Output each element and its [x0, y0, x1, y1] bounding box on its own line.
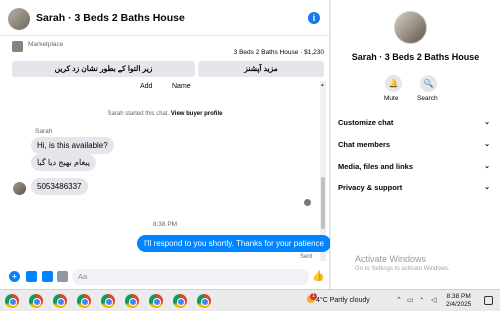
bell-icon[interactable]: 🔔 — [385, 75, 402, 92]
section-label: Customize chat — [338, 118, 394, 127]
info-icon[interactable]: i — [308, 12, 320, 24]
gif-icon[interactable] — [57, 271, 68, 282]
scrollbar[interactable]: ▲ — [320, 81, 326, 261]
more-options-button[interactable]: مزید آپشنز — [198, 61, 324, 77]
chevron-down-icon: ⌄ — [484, 119, 490, 126]
scroll-up-icon[interactable]: ▲ — [320, 82, 325, 88]
listing-thumbnail[interactable] — [12, 41, 23, 52]
sender-name: Sarah — [35, 128, 53, 135]
incoming-message[interactable]: پیغام بھیج دیا گیا — [31, 154, 96, 171]
message-input[interactable]: Aa — [72, 269, 309, 285]
volume-icon[interactable]: ◁ — [431, 296, 436, 304]
system-clock[interactable]: 8:38 PM 2/4/2025 — [446, 293, 471, 309]
incoming-message[interactable]: Hi, is this available? — [31, 137, 114, 154]
outgoing-message[interactable]: I'll respond to you shortly. Thanks for … — [137, 235, 330, 252]
section-label: Media, files and links — [338, 162, 414, 171]
activate-windows-title: Activate Windows — [355, 254, 427, 264]
chrome-icon[interactable] — [77, 294, 91, 308]
chrome-icon[interactable] — [125, 294, 139, 308]
tab-add[interactable]: Add — [140, 83, 152, 90]
sent-status: Sent — [300, 254, 313, 260]
profile-name: Sarah · 3 Beds 2 Baths House — [351, 52, 480, 62]
section-media-files[interactable]: Media, files and links ⌄ — [338, 162, 490, 171]
chevron-up-icon[interactable]: ⌃ — [396, 296, 402, 304]
chrome-icon[interactable] — [53, 294, 67, 308]
view-buyer-profile-link[interactable]: View buyer profile — [171, 111, 223, 117]
section-chat-members[interactable]: Chat members ⌄ — [338, 140, 490, 149]
listing-price[interactable]: 3 Beds 2 Baths House · $1,230 — [234, 49, 324, 56]
notification-icon[interactable] — [484, 296, 493, 305]
weather-text[interactable]: 4°C Partly cloudy — [316, 297, 370, 304]
chat-pane: Sarah · 3 Beds 2 Baths House i Marketpla… — [0, 0, 330, 289]
battery-icon[interactable]: ▭ — [407, 296, 414, 304]
section-customize-chat[interactable]: Customize chat ⌄ — [338, 118, 490, 127]
search-icon[interactable]: 🔍 — [420, 75, 437, 92]
chat-title[interactable]: Sarah · 3 Beds 2 Baths House — [36, 12, 185, 24]
chevron-down-icon: ⌄ — [484, 141, 490, 148]
chrome-icon[interactable] — [173, 294, 187, 308]
avatar[interactable] — [8, 8, 30, 30]
taskbar: 1 4°C Partly cloudy ⌃ ▭ ◔ ◁ 8:38 PM 2/4/… — [0, 289, 500, 311]
chrome-icon[interactable] — [29, 294, 43, 308]
sticker-icon[interactable] — [42, 271, 53, 282]
chevron-down-icon: ⌄ — [484, 184, 490, 191]
clock-date: 2/4/2025 — [446, 301, 472, 308]
section-label: Privacy & support — [338, 183, 403, 192]
chrome-icon[interactable] — [5, 294, 19, 308]
chat-header: Sarah · 3 Beds 2 Baths House i — [0, 0, 330, 36]
incoming-message[interactable]: 5053486337 — [31, 178, 88, 195]
wifi-icon[interactable]: ◔ — [419, 296, 423, 303]
chevron-down-icon: ⌄ — [484, 163, 490, 170]
search-label: Search — [417, 95, 438, 102]
section-privacy-support[interactable]: Privacy & support ⌄ — [338, 183, 490, 192]
seen-indicator-icon — [304, 199, 311, 206]
sender-avatar[interactable] — [13, 182, 26, 195]
marketplace-banner: Marketplace 3 Beds 2 Baths House · $1,23… — [0, 37, 330, 81]
activate-windows-subtitle: Go to Settings to activate Windows. — [355, 266, 450, 272]
chrome-icon[interactable] — [149, 294, 163, 308]
message-timestamp: 8:38 PM — [152, 221, 178, 228]
chat-started-notice: Sarah started this chat. View buyer prof… — [0, 111, 330, 117]
chrome-icon[interactable] — [101, 294, 115, 308]
marketplace-label: Marketplace — [28, 41, 64, 48]
plus-icon[interactable]: + — [9, 271, 20, 282]
chat-started-text: Sarah started this chat. — [107, 111, 171, 117]
thumbs-up-icon[interactable]: 👍 — [312, 271, 324, 282]
mark-pending-button[interactable]: زیر التوا کے بطور نشان زد کریں — [12, 61, 195, 77]
message-list[interactable]: Add Name ▲ Sarah started this chat. View… — [0, 81, 330, 264]
details-panel: Sarah · 3 Beds 2 Baths House 🔔 🔍 Mute Se… — [331, 0, 500, 289]
chrome-icon[interactable] — [197, 294, 211, 308]
composer: + Aa 👍 — [0, 264, 330, 289]
clock-time: 8:38 PM — [446, 293, 471, 300]
profile-avatar[interactable] — [394, 11, 427, 44]
mute-label: Mute — [384, 95, 399, 102]
tab-name[interactable]: Name — [172, 83, 191, 90]
image-icon[interactable] — [26, 271, 37, 282]
section-label: Chat members — [338, 140, 391, 149]
